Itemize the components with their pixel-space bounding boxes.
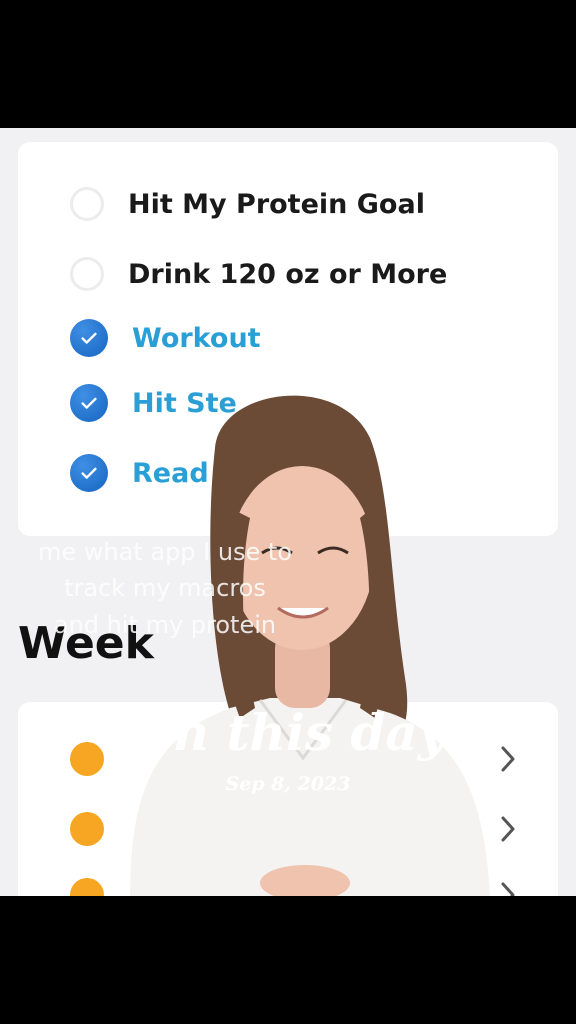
memory-title: On this day: [129, 703, 447, 762]
habit-protein[interactable]: Hit My Protein Goal: [70, 184, 425, 224]
video-caption-line: me what app I use to: [37, 538, 293, 566]
memory-date: Sep 8, 2023: [225, 773, 351, 795]
check-icon[interactable]: [70, 319, 108, 357]
habit-workout[interactable]: Workout: [70, 318, 261, 358]
video-caption-line: and hit my protein: [53, 611, 277, 639]
app-screen: Hit My Protein Goal Drink 120 oz or More…: [0, 128, 576, 896]
habit-label: Drink 120 oz or More: [128, 258, 448, 290]
habit-label: Hit My Protein Goal: [128, 188, 425, 220]
unchecked-circle-icon[interactable]: [70, 187, 104, 221]
letterbox-bottom: [0, 896, 576, 1024]
video-caption-line: track my macros: [64, 574, 266, 602]
unchecked-circle-icon[interactable]: [70, 257, 104, 291]
habit-water[interactable]: Drink 120 oz or More: [70, 254, 447, 294]
video-caption-line: ne ask: [125, 502, 205, 530]
habit-label: Workout: [132, 322, 261, 354]
letterbox-top: [0, 0, 576, 128]
